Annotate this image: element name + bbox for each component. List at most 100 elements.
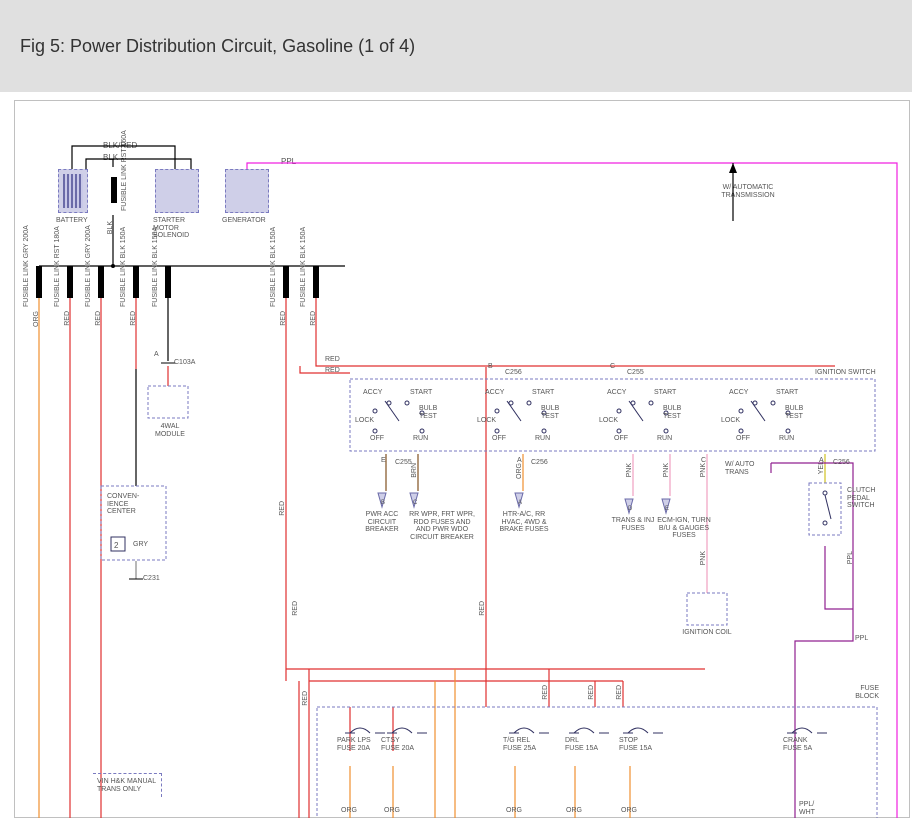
arrow-rr: RR WPR, FRT WPR, RDO FUSES AND AND PWR W… — [407, 511, 477, 542]
page: Fig 5: Power Distribution Circuit, Gasol… — [0, 0, 912, 818]
ppl-down: PPL — [847, 551, 854, 564]
org-b2: ORG — [384, 807, 400, 815]
sw1-bulb: BULB TEST — [419, 405, 441, 420]
svg-text:E: E — [665, 506, 669, 512]
org-b3: ORG — [506, 807, 522, 815]
sw2-accy: ACCY — [485, 389, 504, 397]
label-4wal: 4WAL MODULE — [145, 423, 195, 438]
wire-pnk-lbl2: PNK — [663, 463, 670, 477]
sw2-lock: LOCK — [477, 417, 496, 425]
sw1-accy: ACCY — [363, 389, 382, 397]
label-wauto: W/ AUTO TRANS — [725, 461, 775, 476]
red-v6: RED — [588, 685, 595, 700]
title-bar: Fig 5: Power Distribution Circuit, Gasol… — [0, 0, 912, 92]
fuse-crank: CRANK FUSE 5A — [783, 737, 821, 752]
flink-0: FUSIBLE LINK GRY 200A — [23, 261, 30, 307]
red-v5: RED — [542, 685, 549, 700]
flink-3: FUSIBLE LINK BLK 150A — [120, 261, 127, 307]
org-b5: ORG — [621, 807, 637, 815]
arrow-trans: TRANS & INJ FUSES — [609, 517, 657, 532]
arrow-ecm: ECM-IGN, TURN B/U & GAUGES FUSES — [655, 517, 713, 540]
sw1-start: START — [410, 389, 432, 397]
svg-text:A: A — [518, 500, 522, 506]
sw4-start: START — [776, 389, 798, 397]
sw3-run: RUN — [657, 435, 672, 443]
sw3-bulb: BULB TEST — [663, 405, 685, 420]
color-red3: RED — [130, 311, 137, 326]
blk-v: BLK — [107, 221, 114, 234]
svg-text:B: B — [381, 500, 385, 506]
c-c256-1: C256 — [505, 369, 522, 377]
wire-brn-lbl: BRN — [411, 463, 418, 478]
color-red2: RED — [95, 311, 102, 326]
label-c103a: C103A — [174, 359, 195, 367]
red-v1: RED — [279, 501, 286, 516]
sw1-off: OFF — [370, 435, 384, 443]
label-clutch: CLUTCH PEDAL SWITCH — [847, 487, 887, 510]
sw3-start: START — [654, 389, 676, 397]
c-c-top: C — [610, 363, 615, 371]
fuse-tgrel: T/G REL FUSE 25A — [503, 737, 543, 752]
svg-text:C: C — [413, 500, 418, 506]
conn-c256: C256 — [531, 459, 548, 467]
sw3-lock: LOCK — [599, 417, 618, 425]
ppl-hor: PPL — [855, 635, 868, 643]
sw4-off: OFF — [736, 435, 750, 443]
flink-4: FUSIBLE LINK BLK 150A — [152, 261, 159, 307]
c-c255-2: C255 — [627, 369, 644, 377]
sw4-accy: ACCY — [729, 389, 748, 397]
sw4-run: RUN — [779, 435, 794, 443]
sw4-lock: LOCK — [721, 417, 740, 425]
sw3-off: OFF — [614, 435, 628, 443]
wire-pnk-lbl1: PNK — [626, 463, 633, 477]
fuse-park: PARK LPS FUSE 20A — [337, 737, 371, 752]
conn-c255: C255 — [395, 459, 412, 467]
sw2-off: OFF — [492, 435, 506, 443]
fuse-stop: STOP FUSE 15A — [619, 737, 653, 752]
flink-2: FUSIBLE LINK GRY 200A — [85, 261, 92, 307]
sw3-accy: ACCY — [607, 389, 626, 397]
figure-title: Fig 5: Power Distribution Circuit, Gasol… — [20, 36, 415, 57]
conn-e: E — [381, 457, 386, 465]
label-red-top1: RED — [325, 356, 340, 364]
sw2-run: RUN — [535, 435, 550, 443]
wire-org-lbl: ORG — [516, 463, 523, 479]
sw1-lock: LOCK — [355, 417, 374, 425]
fuse-drl: DRL FUSE 15A — [565, 737, 599, 752]
sw4-bulb: BULB TEST — [785, 405, 807, 420]
diagram: BLK/RED BLK PPL W/ AUTOMATIC TRANSMISSIO… — [14, 100, 910, 818]
red-v3: RED — [302, 691, 309, 706]
fuse-ctsy: CTSY FUSE 20A — [381, 737, 415, 752]
svg-text:D: D — [628, 506, 633, 512]
wiring-svg: B C A D E — [15, 101, 911, 818]
color-red6: RED — [310, 311, 317, 326]
flink-5: FUSIBLE LINK BLK 150A — [270, 261, 277, 307]
label-ign-switch: IGNITION SWITCH — [815, 369, 876, 377]
red-v7: RED — [616, 685, 623, 700]
color-red1: RED — [64, 311, 71, 326]
label-a: A — [154, 351, 159, 359]
label-vin: VIN H&K MANUAL TRANS ONLY — [93, 773, 162, 797]
color-red5: RED — [280, 311, 287, 326]
wire-yel-lbl: YEL — [818, 461, 825, 474]
label-ign-coil: IGNITION COIL — [681, 629, 733, 637]
red-v2: RED — [292, 601, 299, 616]
label-red-top2: RED — [325, 367, 340, 375]
arrow-htr: HTR-A/C, RR HVAC, 4WD & BRAKE FUSES — [493, 511, 555, 534]
sw2-start: START — [532, 389, 554, 397]
svg-text:2: 2 — [114, 541, 119, 550]
pnk-down: PNK — [700, 551, 707, 565]
label-gry: GRY — [133, 541, 148, 549]
flink-1: FUSIBLE LINK RST 180A — [54, 261, 61, 307]
label-fuse-block: FUSE BLOCK — [849, 685, 879, 700]
sw2-bulb: BULB TEST — [541, 405, 563, 420]
org-b1: ORG — [341, 807, 357, 815]
org-b4: ORG — [566, 807, 582, 815]
label-c231: C231 — [143, 575, 160, 583]
flink-6: FUSIBLE LINK BLK 150A — [300, 261, 307, 307]
wire-pnk-lbl3: PNK — [700, 463, 707, 477]
color-org: ORG — [33, 311, 40, 327]
pplwht: PPL/ WHT — [799, 801, 825, 816]
sw1-run: RUN — [413, 435, 428, 443]
c-b: B — [488, 363, 493, 371]
